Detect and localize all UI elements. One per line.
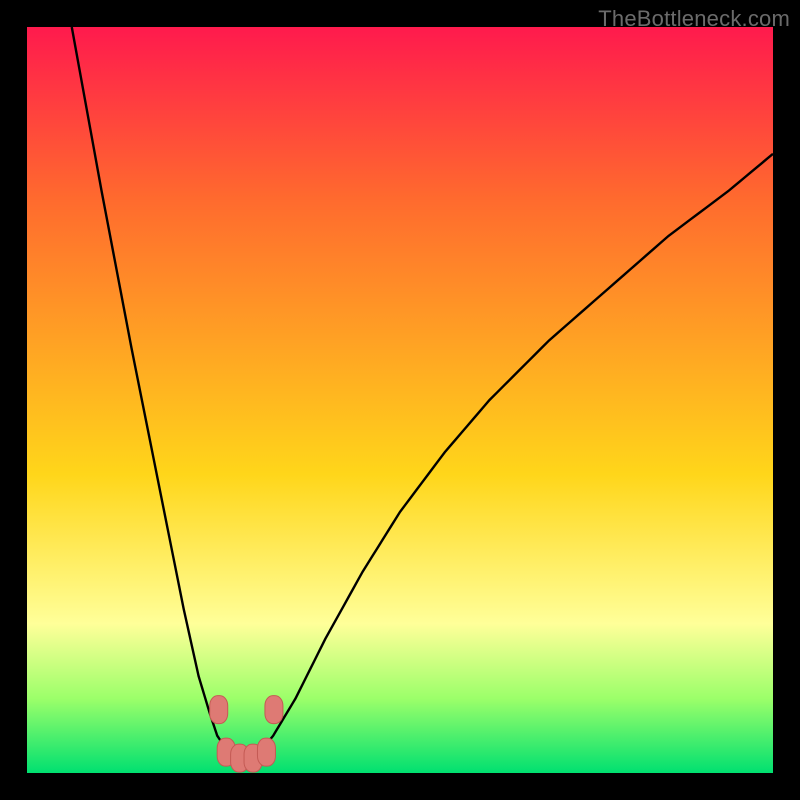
plot-area (27, 27, 773, 773)
data-marker (257, 738, 275, 766)
gradient-background (27, 27, 773, 773)
data-marker (210, 696, 228, 724)
bottleneck-chart (27, 27, 773, 773)
data-marker (265, 696, 283, 724)
watermark-text: TheBottleneck.com (598, 6, 790, 32)
